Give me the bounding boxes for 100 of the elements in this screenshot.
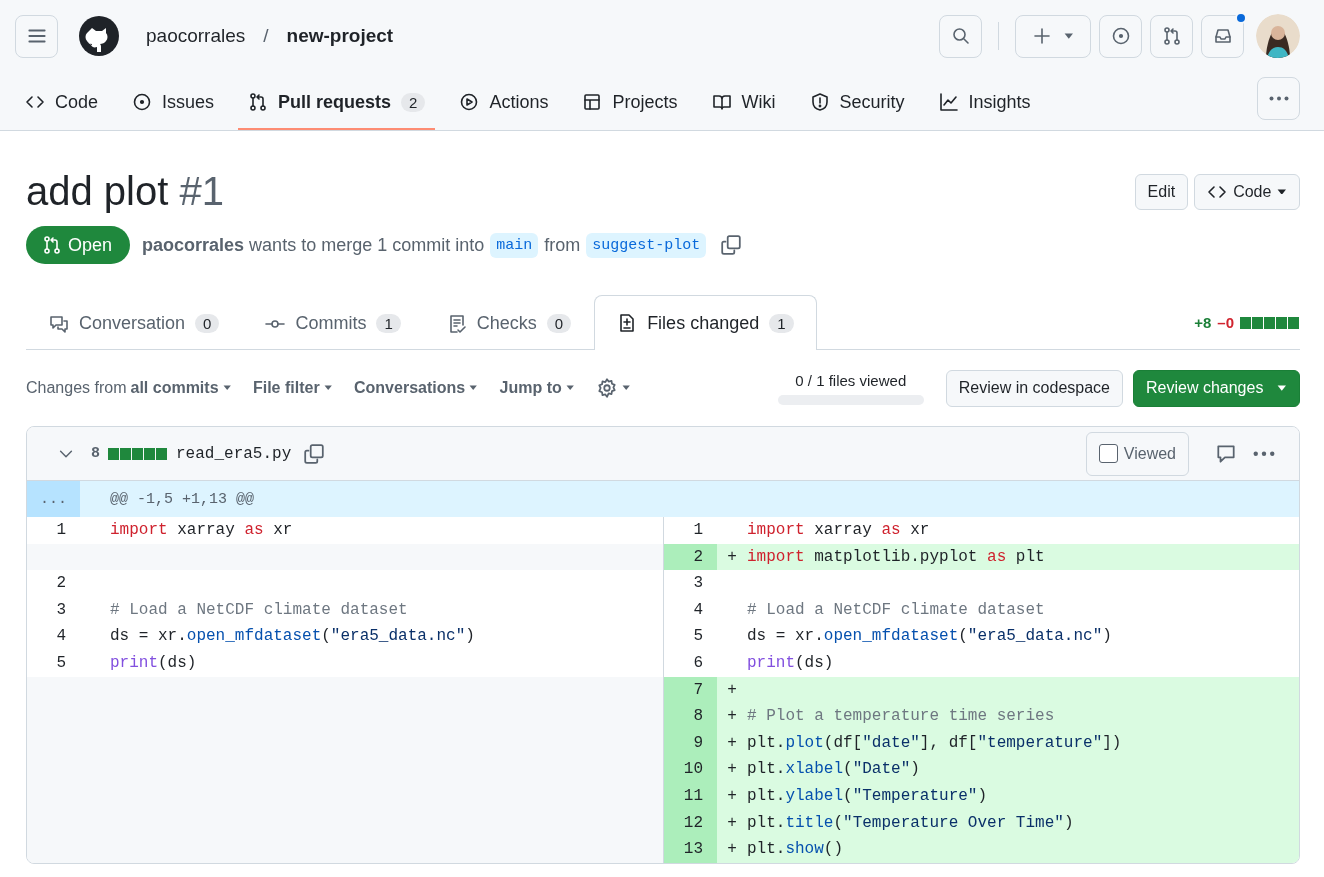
count-badge: 1 xyxy=(769,313,794,333)
pull-request-icon xyxy=(42,235,62,255)
code-line: import xarray as xr xyxy=(110,520,293,541)
pr-tab[interactable]: Files changed 1 xyxy=(594,295,817,350)
inbox-icon xyxy=(1212,26,1233,46)
line-number: 12 xyxy=(683,813,703,832)
pr-title: add plot #1 xyxy=(26,169,224,214)
plus-icon xyxy=(1032,26,1053,46)
merge-summary: paocorrales wants to merge 1 commit into xyxy=(142,234,485,256)
copy-icon xyxy=(720,234,743,256)
diff-marker: + xyxy=(726,812,738,834)
line-number: 5 xyxy=(56,653,66,672)
line-number: 2 xyxy=(693,547,703,566)
code-line: plt.ylabel("Temperature") xyxy=(747,785,988,807)
pull-requests-button[interactable] xyxy=(1150,14,1193,58)
branch-name[interactable]: suggest-plot xyxy=(586,232,707,258)
repo-tab[interactable]: Wiki xyxy=(701,86,786,130)
caret-icon xyxy=(323,385,332,391)
caret-icon xyxy=(622,385,631,391)
repo-link[interactable]: new-project xyxy=(286,25,394,47)
diff-marker: + xyxy=(726,759,738,781)
circle-dot-icon xyxy=(1110,26,1131,46)
line-number: 6 xyxy=(693,653,703,672)
pr-tab[interactable]: Commits 1 xyxy=(242,296,424,350)
viewed-checkbox[interactable]: Viewed xyxy=(1085,431,1189,476)
code-line: plt.show() xyxy=(747,839,843,861)
line-number: 9 xyxy=(693,733,703,752)
avatar[interactable] xyxy=(1256,14,1300,58)
pr-tab[interactable]: Conversation 0 xyxy=(26,296,243,350)
deletions-count: –0 xyxy=(1217,314,1234,331)
review-codespace-button[interactable]: Review in codespace xyxy=(945,369,1123,407)
line-number: 4 xyxy=(56,627,66,646)
changes-dropdown[interactable]: Changes from all commits xyxy=(26,379,231,397)
line-number: 8 xyxy=(693,707,703,726)
edit-button[interactable]: Edit xyxy=(1134,173,1189,210)
caret-icon xyxy=(222,385,231,391)
code-line: ds = xr.open_mfdataset("era5_data.nc") xyxy=(110,626,475,648)
review-changes-button[interactable]: Review changes xyxy=(1133,369,1300,407)
code-line: # Load a NetCDF climate dataset xyxy=(110,599,408,621)
line-number: 5 xyxy=(693,627,703,646)
pull-request-icon xyxy=(248,92,269,112)
code-line: # Plot a temperature time series xyxy=(747,706,1055,728)
settings-dropdown[interactable] xyxy=(596,377,631,399)
files-viewed-label: 0 / 1 files viewed xyxy=(795,371,907,389)
count-badge: 0 xyxy=(546,314,572,333)
code-line: # Load a NetCDF climate dataset xyxy=(747,599,1045,621)
filter-dropdown[interactable]: Conversations xyxy=(354,379,478,397)
repo-tab[interactable]: Issues xyxy=(122,86,225,130)
diff-marker: + xyxy=(726,706,738,728)
code-line: print(ds) xyxy=(110,652,197,674)
issues-button[interactable] xyxy=(1099,14,1142,58)
line-number: 10 xyxy=(683,760,703,779)
repo-tab[interactable]: Security xyxy=(799,86,915,130)
file-name: read_era5.py xyxy=(176,444,292,463)
line-number: 1 xyxy=(56,521,66,539)
from-text: from xyxy=(544,234,581,256)
pull-request-icon xyxy=(1161,26,1182,46)
diffstat-icon xyxy=(108,447,168,460)
pr-tab[interactable]: Checks 0 xyxy=(423,296,595,350)
copy-icon xyxy=(303,442,326,465)
count-badge: 2 xyxy=(401,92,426,112)
repo-tab[interactable]: Projects xyxy=(572,86,688,130)
line-number: 13 xyxy=(683,840,703,859)
repo-tab[interactable]: Actions xyxy=(449,86,559,130)
shield-icon xyxy=(809,92,830,112)
code-line: plt.title("Temperature Over Time") xyxy=(747,812,1074,834)
code-line: import xarray as xr xyxy=(747,520,930,541)
count-badge: 1 xyxy=(376,314,401,333)
caret-icon xyxy=(469,385,478,391)
owner-link[interactable]: paocorrales xyxy=(146,25,246,47)
more-icon xyxy=(1268,96,1289,101)
caret-icon xyxy=(1277,188,1287,195)
logo-icon[interactable] xyxy=(78,15,120,57)
branch-name[interactable]: main xyxy=(490,232,539,258)
code-line: ds = xr.open_mfdataset("era5_data.nc") xyxy=(747,626,1112,648)
create-button[interactable] xyxy=(1015,14,1091,58)
state-badge: Open xyxy=(26,226,131,264)
diff-marker: + xyxy=(726,732,738,754)
line-number: 7 xyxy=(693,680,703,699)
code-button[interactable]: Code xyxy=(1194,173,1300,210)
more-icon xyxy=(1253,450,1275,457)
caret-icon xyxy=(1277,385,1287,391)
filter-dropdown[interactable]: File filter xyxy=(252,379,332,397)
graph-icon xyxy=(938,92,959,112)
circle-dot-icon xyxy=(132,92,153,112)
line-number: 11 xyxy=(683,786,703,805)
repo-tab[interactable]: Insights xyxy=(928,86,1041,130)
changes-count: 8 xyxy=(91,445,100,462)
search-button[interactable] xyxy=(939,14,982,58)
diff-marker: + xyxy=(726,785,738,807)
repo-tab[interactable]: Pull requests 2 xyxy=(238,86,436,130)
line-number: 3 xyxy=(56,600,66,619)
filter-dropdown[interactable]: Jump to xyxy=(499,379,575,397)
menu-button[interactable] xyxy=(15,14,58,58)
inbox-button[interactable] xyxy=(1201,14,1244,58)
settings-icon xyxy=(596,377,619,399)
expand-button[interactable]: ... xyxy=(27,481,80,517)
line-number: 4 xyxy=(693,600,703,619)
repo-tab[interactable]: Code xyxy=(15,86,109,130)
play-icon xyxy=(459,92,480,112)
